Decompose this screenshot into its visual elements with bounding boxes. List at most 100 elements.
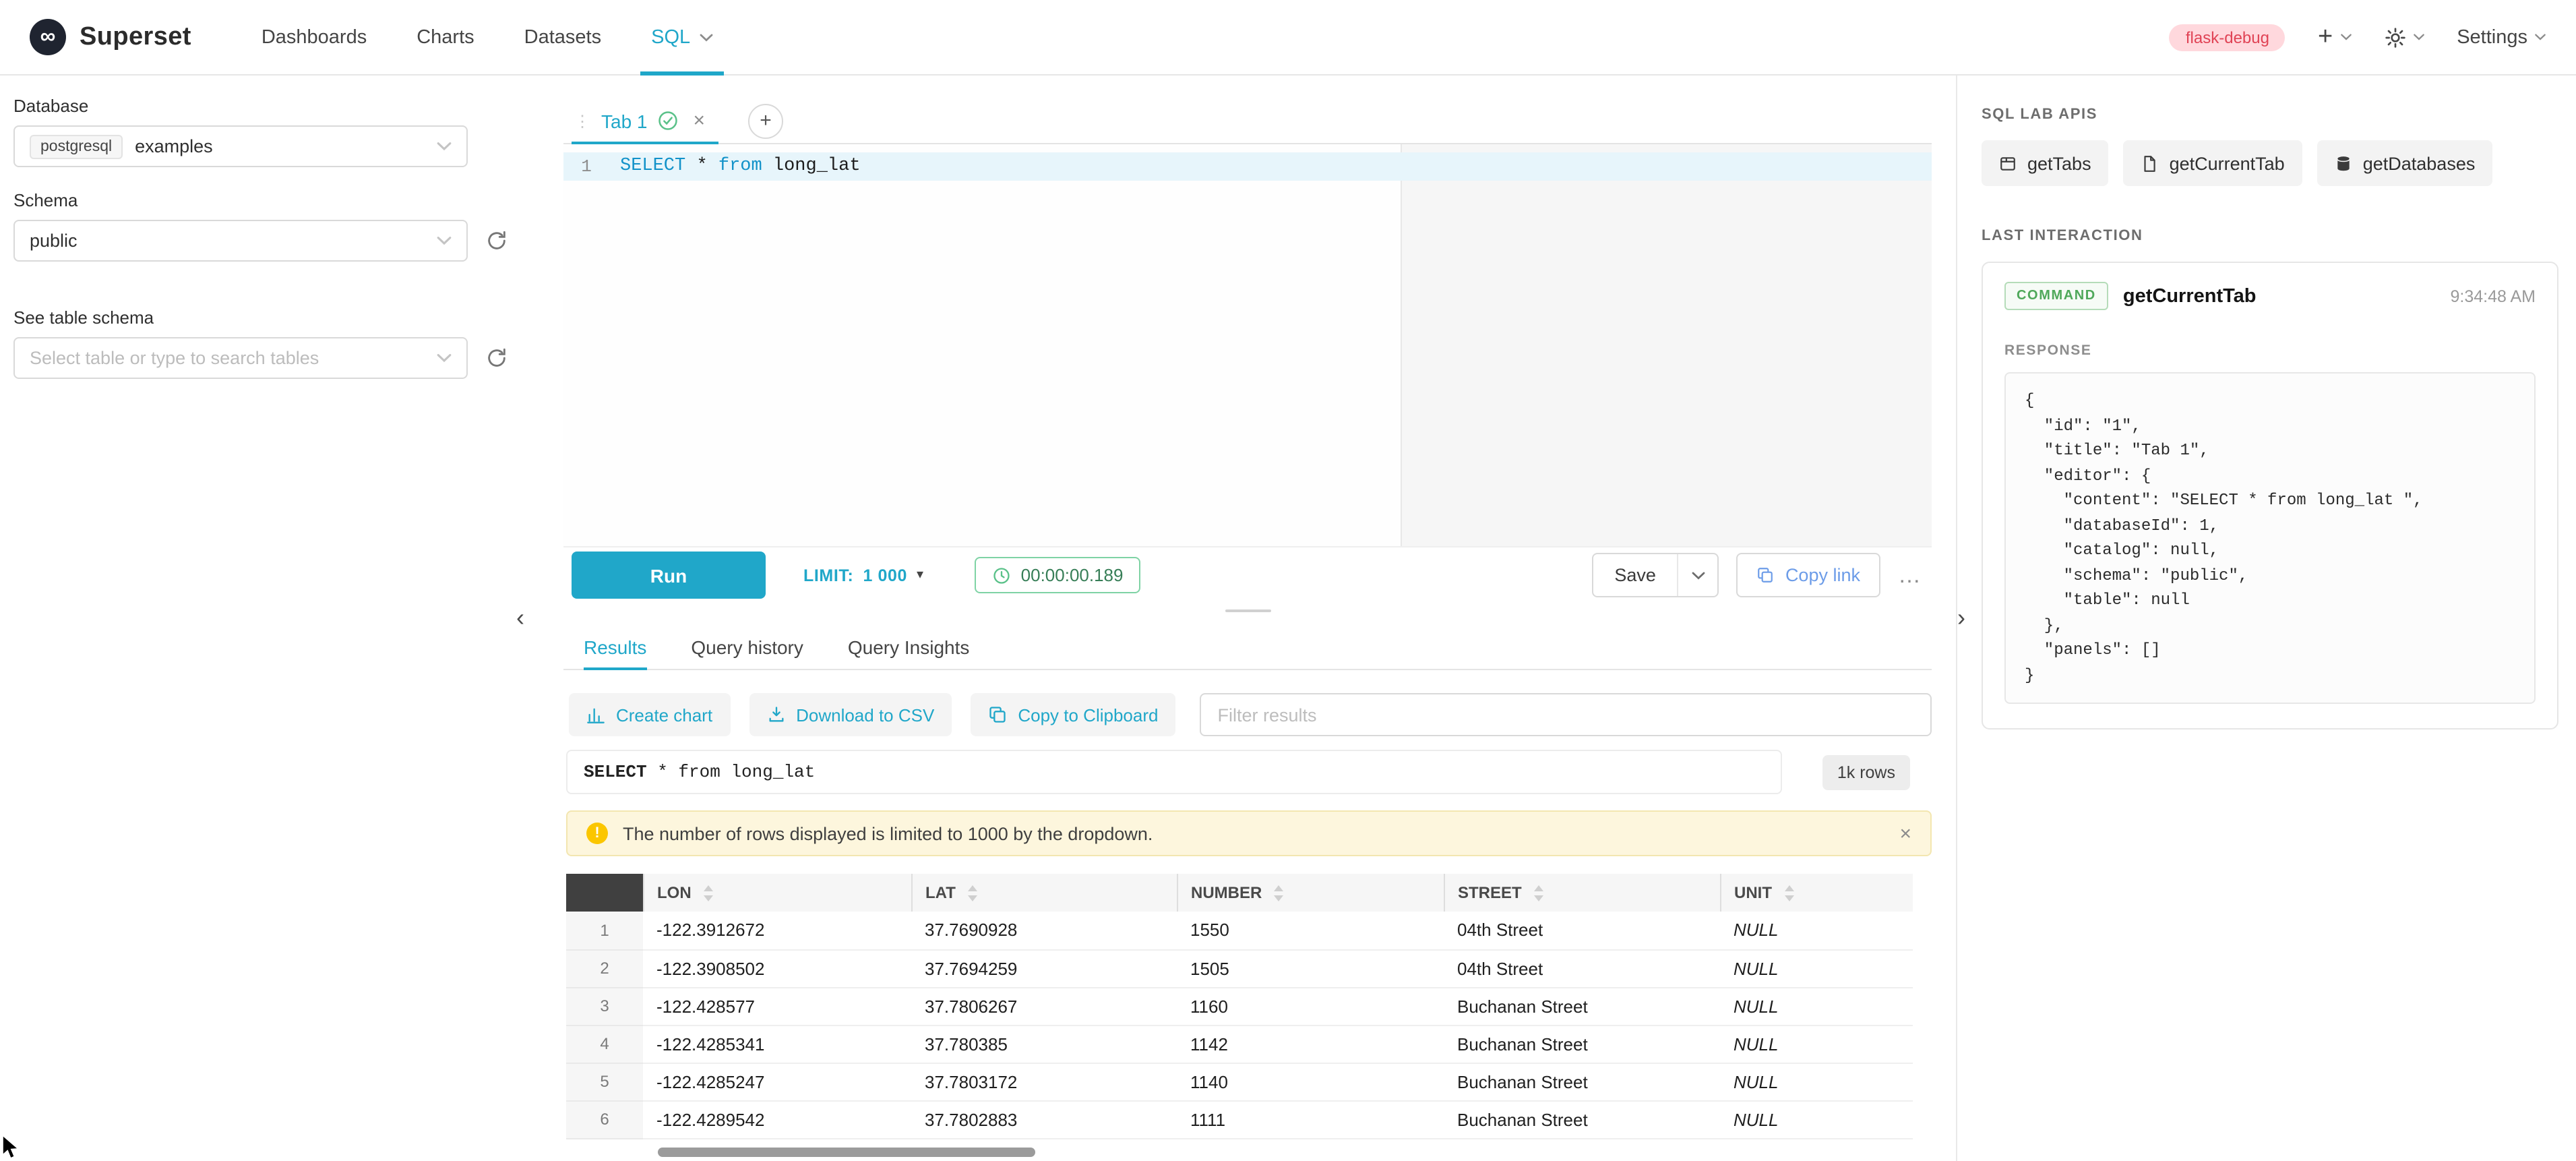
results-tabbar: Results Query history Query Insights [563, 626, 1932, 670]
theme-sun-icon [2384, 26, 2405, 48]
navbar-right: flask-debug + Settings [2170, 24, 2546, 51]
tab-query-insights[interactable]: Query Insights [848, 626, 970, 669]
refresh-schemas-button[interactable] [485, 229, 508, 252]
sort-icon [1533, 884, 1545, 901]
chevron-down-icon [700, 33, 713, 41]
column-header-number[interactable]: NUMBER [1177, 874, 1444, 912]
nav-charts[interactable]: Charts [417, 0, 474, 75]
response-label: RESPONSE [2004, 343, 2536, 359]
table-header-row: LON LAT NUMBER STREET UNIT [566, 874, 1913, 912]
results-actions: Create chart Download to CSV Copy to Cli… [569, 693, 1932, 736]
download-icon [766, 705, 785, 724]
superset-logo-icon: ∞ [30, 19, 66, 55]
plus-icon: + [760, 109, 772, 132]
chevron-down-icon [2339, 34, 2352, 40]
gettabs-button[interactable]: getTabs [1982, 140, 2109, 186]
query-success-icon [658, 111, 679, 131]
save-button-group: Save [1591, 553, 1719, 597]
command-badge: COMMAND [2004, 282, 2108, 310]
column-header-street[interactable]: STREET [1444, 874, 1720, 912]
close-alert-icon[interactable]: × [1899, 822, 1911, 845]
column-header-lon[interactable]: LON [643, 874, 911, 912]
schema-select-value: public [30, 231, 78, 251]
limit-dropdown[interactable]: LIMIT: 1 000 ▾ [803, 566, 924, 585]
sqllab-sidebar: Database postgresql examples Schema publ… [0, 76, 542, 379]
chevron-down-icon [2412, 34, 2424, 40]
tab-title: Tab 1 [601, 110, 648, 131]
copy-to-clipboard-button[interactable]: Copy to Clipboard [971, 693, 1175, 736]
plus-icon: + [2318, 24, 2333, 50]
query-preview-row: SELECT * from long_lat 1k rows [566, 750, 1910, 794]
api-panel-title: SQL LAB APIS [1982, 107, 2558, 123]
copy-icon [1757, 566, 1775, 584]
command-name: getCurrentTab [2123, 285, 2257, 307]
filter-results-input[interactable] [1200, 693, 1932, 736]
chevron-down-icon [1692, 571, 1705, 579]
file-icon [2141, 154, 2159, 172]
tab-tab1[interactable]: ⋮ Tab 1 × [572, 98, 718, 143]
table-schema-label: See table schema [13, 307, 523, 329]
api-buttons: getTabs getCurrentTab getDatabases [1982, 140, 2558, 186]
table-row: 2 -122.3908502 37.7694259 1505 04th Stre… [566, 949, 1913, 987]
navbar: ∞ Superset Dashboards Charts Datasets SQ… [0, 0, 2576, 76]
chevron-down-icon [2534, 34, 2546, 40]
save-button[interactable]: Save [1593, 554, 1678, 596]
nav-sql[interactable]: SQL [651, 0, 713, 75]
alert-text: The number of rows displayed is limited … [623, 823, 1153, 843]
sqllab-api-panel: SQL LAB APIS getTabs getCurrentTab getDa… [1956, 76, 2576, 1161]
query-timer: 00:00:00.189 [975, 557, 1141, 593]
getdatabases-button[interactable]: getDatabases [2317, 140, 2493, 186]
nav-datasets[interactable]: Datasets [524, 0, 601, 75]
brand[interactable]: ∞ Superset [30, 19, 191, 55]
chevron-down-icon [437, 353, 452, 363]
query-preview: SELECT * from long_lat [566, 750, 1782, 794]
nav-dashboards[interactable]: Dashboards [262, 0, 367, 75]
schema-select[interactable]: public [13, 220, 468, 262]
splitter-grip-icon [1225, 609, 1270, 612]
more-options-button[interactable]: … [1898, 562, 1922, 589]
sort-icon [1783, 884, 1795, 901]
copy-link-button[interactable]: Copy link [1737, 553, 1880, 597]
column-header-unit[interactable]: UNIT [1720, 874, 1913, 912]
table-row: 1 -122.3912672 37.7690928 1550 04th Stre… [566, 912, 1913, 949]
editor-tabbar: ⋮ Tab 1 × + [563, 98, 1932, 144]
horizontal-scrollbar[interactable] [566, 1147, 1913, 1156]
refresh-tables-button[interactable] [485, 347, 508, 369]
new-item-button[interactable]: + [2318, 24, 2352, 50]
download-csv-button[interactable]: Download to CSV [749, 693, 952, 736]
main-nav: Dashboards Charts Datasets SQL [262, 0, 713, 75]
table-row: 5 -122.4285247 37.7803172 1140 Buchanan … [566, 1063, 1913, 1100]
clock-icon [993, 566, 1012, 585]
warning-icon: ! [586, 823, 608, 844]
table-row: 4 -122.4285341 37.780385 1142 Buchanan S… [566, 1025, 1913, 1063]
pane-splitter[interactable] [563, 601, 1932, 620]
sql-toolbar: Run LIMIT: 1 000 ▾ 00:00:00.189 Save [563, 552, 1932, 599]
chevron-down-icon [437, 142, 452, 151]
run-button[interactable]: Run [572, 552, 766, 599]
save-options-button[interactable] [1678, 554, 1718, 596]
close-tab-icon[interactable]: × [694, 109, 706, 132]
sql-editor[interactable]: 1 SELECT * from long_lat [563, 144, 1932, 547]
create-chart-button[interactable]: Create chart [569, 693, 730, 736]
database-engine-tag: postgresql [30, 134, 123, 158]
collapse-left-panel-button[interactable]: ‹ [516, 607, 524, 628]
tab-query-history[interactable]: Query history [691, 626, 803, 669]
column-header-lat[interactable]: LAT [911, 874, 1177, 912]
command-timestamp: 9:34:48 AM [2451, 287, 2536, 305]
tab-results[interactable]: Results [584, 626, 646, 669]
clipboard-icon [988, 705, 1007, 724]
getcurrenttab-button[interactable]: getCurrentTab [2124, 140, 2302, 186]
database-icon [2335, 154, 2352, 172]
database-select[interactable]: postgresql examples [13, 125, 468, 167]
scrollbar-thumb[interactable] [658, 1147, 1035, 1156]
table-select[interactable]: Select table or type to search tables [13, 337, 468, 379]
new-tab-button[interactable]: + [748, 103, 783, 138]
theme-toggle-button[interactable] [2384, 26, 2424, 48]
database-select-value: examples [135, 136, 213, 156]
sort-icon [1272, 884, 1285, 901]
mouse-cursor-icon [1, 1135, 20, 1160]
settings-menu[interactable]: Settings [2457, 26, 2546, 48]
collapse-right-panel-button[interactable]: › [1957, 607, 1965, 628]
rows-count-badge: 1k rows [1822, 754, 1910, 790]
editor-print-margin [1401, 144, 1932, 546]
